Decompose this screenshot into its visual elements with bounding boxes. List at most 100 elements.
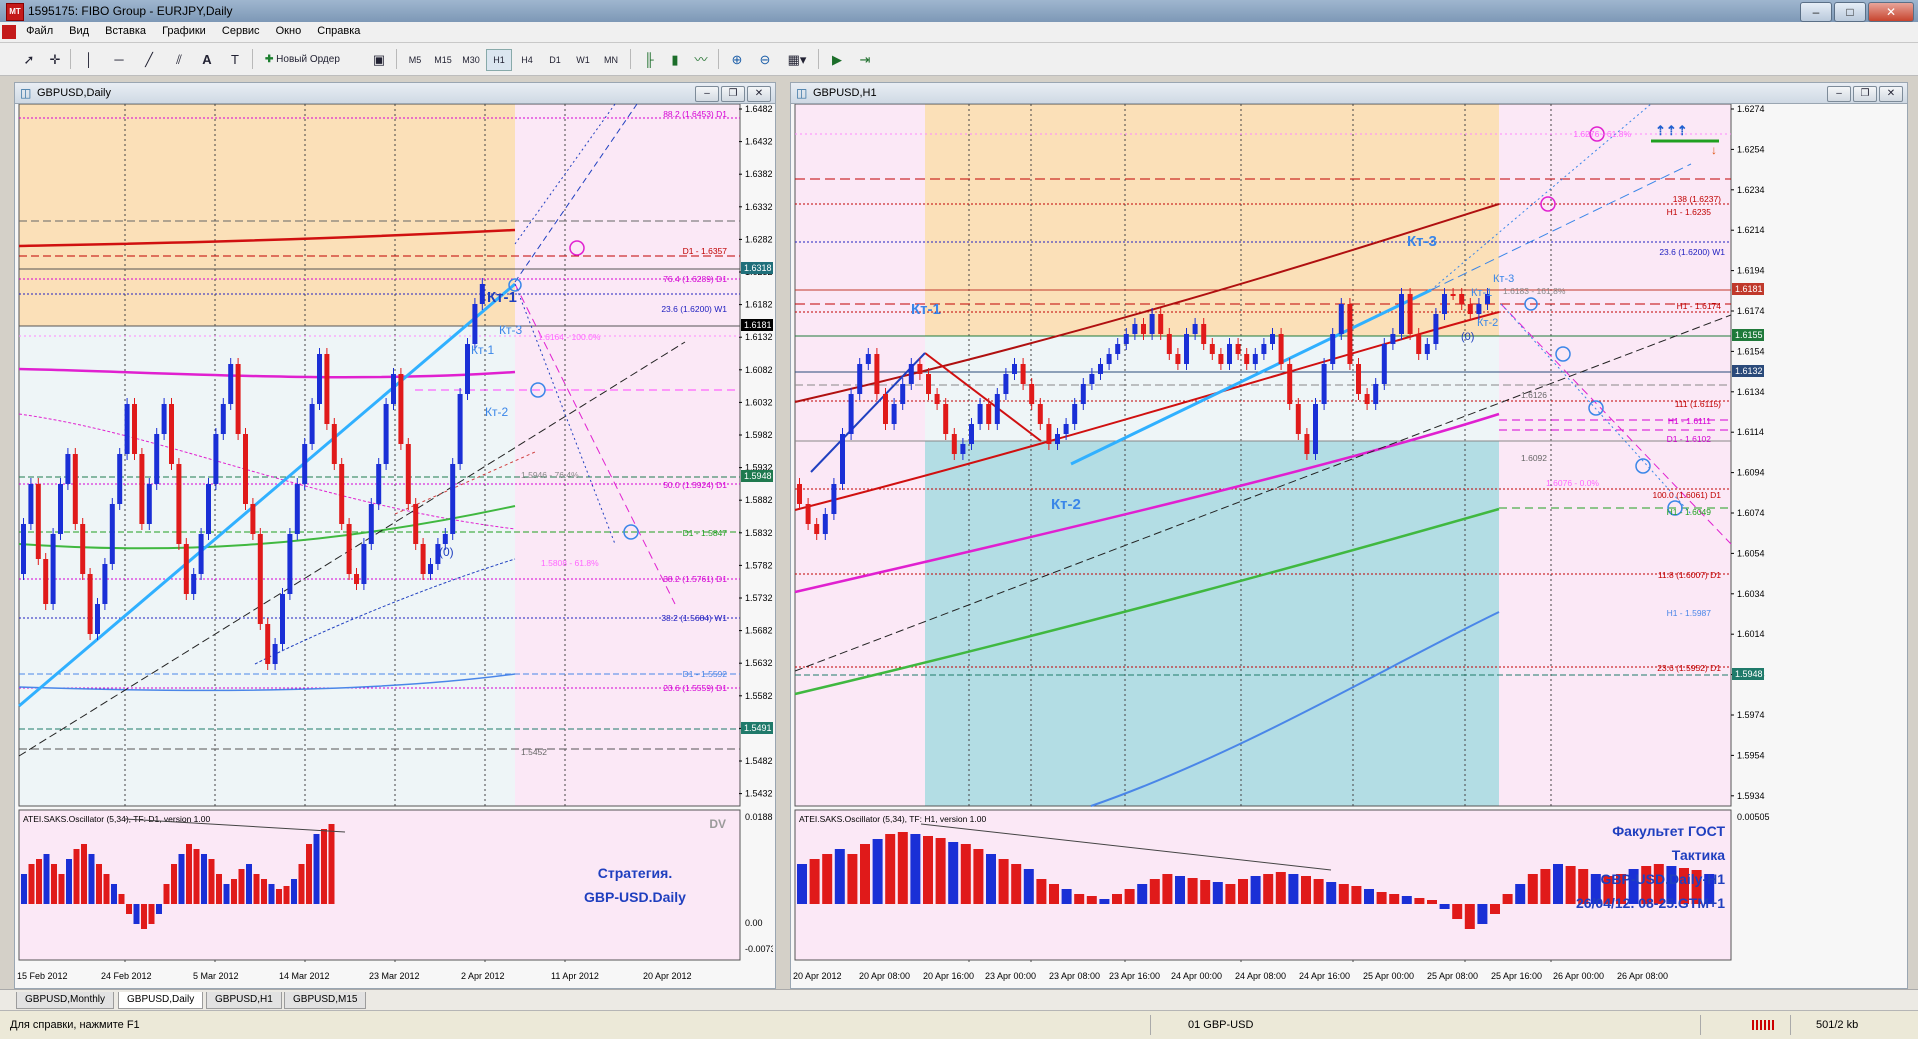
terminal-icon: MT: [6, 3, 24, 21]
timeframe-m30[interactable]: M30: [458, 49, 484, 71]
oscillator-bar: [1565, 866, 1576, 904]
candle-body: [294, 484, 300, 534]
crosshair-tool-button[interactable]: ✛: [44, 49, 66, 71]
label-tool-button[interactable]: T: [224, 49, 246, 71]
right-price-tick: 1.6274: [1737, 104, 1765, 114]
tab-gbpusd-daily[interactable]: GBPUSD,Daily: [118, 992, 204, 1009]
chart-close-button[interactable]: ✕: [747, 86, 771, 102]
right-chart-canvas[interactable]: ⇡⇡⇡ ↓ Кт-1 Кт-2 Кт-3 Кт-3 Кт-1 Кт-2 (0) …: [791, 104, 1905, 988]
tile-windows-button[interactable]: ▦▾: [782, 49, 812, 71]
menu-file[interactable]: Файл: [19, 22, 59, 37]
trendline-button[interactable]: ╱: [138, 49, 160, 71]
oscillator-bar: [797, 864, 807, 904]
navigator-button[interactable]: ▣: [368, 49, 390, 71]
left-price-tick: 1.6332: [745, 202, 773, 212]
minimize-button[interactable]: –: [1800, 2, 1832, 22]
oscillator-bar: [1515, 884, 1526, 904]
left-price-tick: 1.5682: [745, 626, 773, 636]
right-time-tick: 24 Apr 16:00: [1299, 971, 1350, 981]
left-price-axis: 1.64821.64321.63821.63321.62821.62321.61…: [739, 104, 773, 799]
vertical-line-button[interactable]: │: [78, 49, 100, 71]
chart-restore-button[interactable]: ❐: [1853, 86, 1877, 102]
timeframe-h4[interactable]: H4: [514, 49, 540, 71]
candle-body: [309, 404, 315, 444]
horizontal-line-button[interactable]: ─: [108, 49, 130, 71]
close-button[interactable]: ✕: [1868, 2, 1914, 22]
menu-charts[interactable]: Графики: [155, 22, 212, 37]
tab-gbpusd-monthly[interactable]: GBPUSD,Monthly: [16, 992, 115, 1009]
tab-gbpusd-m15[interactable]: GBPUSD,M15: [284, 992, 367, 1009]
chart-restore-button[interactable]: ❐: [721, 86, 745, 102]
candle-body: [1313, 404, 1318, 454]
menu-view[interactable]: Вид: [62, 22, 95, 37]
left-time-tick: 15 Feb 2012: [17, 971, 68, 981]
left-price-tick: 1.6482: [745, 104, 773, 114]
zoom-in-button[interactable]: ⊕: [726, 49, 748, 71]
timeframe-d1[interactable]: D1: [542, 49, 568, 71]
chart-minimize-button[interactable]: –: [1827, 86, 1851, 102]
chart-shift-button[interactable]: ⇥: [854, 49, 876, 71]
timeframe-m5[interactable]: M5: [402, 49, 428, 71]
candle-body: [1020, 364, 1026, 384]
chart-close-button[interactable]: ✕: [1879, 86, 1903, 102]
candlestick-button[interactable]: ▮: [664, 49, 686, 71]
candle-body: [1235, 344, 1241, 354]
chart-window-gbpusd-daily[interactable]: ◫ GBPUSD,Daily – ❐ ✕ Кт-1 Кт-3 Кт-1 Кт-2…: [14, 82, 776, 989]
timeframe-m15[interactable]: M15: [430, 49, 456, 71]
left-level-label: 1.6164 - 100.0%: [538, 332, 601, 342]
menu-help[interactable]: Справка: [310, 22, 366, 37]
text-tool-button[interactable]: A: [196, 49, 218, 71]
oscillator-bar: [1351, 886, 1362, 904]
oscillator-bar: [1112, 894, 1122, 904]
timeframe-w1[interactable]: W1: [570, 49, 596, 71]
left-chart-canvas[interactable]: Кт-1 Кт-3 Кт-1 Кт-2 (0) 88.2 (1.6453) D1…: [15, 104, 773, 988]
left-time-tick: 11 Apr 2012: [551, 971, 599, 981]
candle-body: [1424, 344, 1430, 354]
right-time-tick: 23 Apr 16:00: [1109, 971, 1160, 981]
candle-body: [1123, 334, 1129, 344]
left-annotation-kt1-main: Кт-1: [487, 289, 517, 306]
oscillator-bar: [261, 879, 267, 904]
chart-window-gbpusd-h1[interactable]: ◫ GBPUSD,H1 – ❐ ✕ ⇡⇡⇡ ↓ Кт-1 Кт-2 Кт-3 К…: [790, 82, 1908, 989]
new-order-button[interactable]: ✚ Новый Ордер: [260, 49, 370, 71]
candle-body: [1270, 334, 1275, 344]
oscillator-bar: [1452, 904, 1463, 919]
candle-body: [257, 534, 263, 624]
right-level-label: 11.8 (1.6007) D1: [1658, 570, 1721, 580]
candle-body: [1399, 294, 1404, 334]
auto-scroll-button[interactable]: ▶: [826, 49, 848, 71]
candle-body: [124, 404, 130, 454]
candle-body: [1029, 384, 1035, 404]
tab-gbpusd-h1[interactable]: GBPUSD,H1: [206, 992, 282, 1009]
menu-window[interactable]: Окно: [269, 22, 308, 37]
zoom-in-icon: ⊕: [731, 52, 743, 67]
left-price-tag: 1.5491: [744, 723, 772, 733]
candle-body: [1261, 344, 1267, 354]
menu-insert[interactable]: Вставка: [98, 22, 152, 37]
cursor-tool-button[interactable]: ➚: [18, 49, 40, 71]
chart-minimize-button[interactable]: –: [695, 86, 719, 102]
right-time-tick: 25 Apr 08:00: [1427, 971, 1478, 981]
oscillator-bar: [847, 854, 858, 904]
oscillator-bar: [1149, 879, 1160, 904]
candle-body: [1089, 374, 1095, 384]
candle-body: [908, 364, 914, 384]
equidistant-channel-button[interactable]: ⫽: [168, 49, 190, 71]
status-bar: Для справки, нажмите F1 01 GBP-USD 501/2…: [0, 1010, 1918, 1039]
right-price-tick: 1.6094: [1737, 468, 1765, 478]
oscillator-bar: [43, 854, 50, 904]
left-time-axis: 15 Feb 2012 24 Feb 2012 5 Mar 2012 14 Mar 2…: [17, 971, 692, 981]
candle-body: [28, 484, 34, 524]
menu-bar: Файл Вид Вставка Графики Сервис Окно Спр…: [0, 22, 1918, 43]
zoom-out-button[interactable]: ⊖: [754, 49, 776, 71]
right-price-tag: 1.6155: [1735, 330, 1763, 340]
timeframe-h1[interactable]: H1: [486, 49, 512, 71]
oscillator-bar: [1414, 898, 1425, 904]
bar-chart-button[interactable]: ╟: [638, 49, 660, 71]
oscillator-bar: [1086, 896, 1097, 904]
maximize-button[interactable]: □: [1834, 2, 1866, 22]
line-chart-button[interactable]: 〰: [690, 49, 712, 71]
timeframe-mn[interactable]: MN: [598, 49, 624, 71]
oscillator-bar: [1288, 874, 1299, 904]
menu-tools[interactable]: Сервис: [215, 22, 266, 37]
